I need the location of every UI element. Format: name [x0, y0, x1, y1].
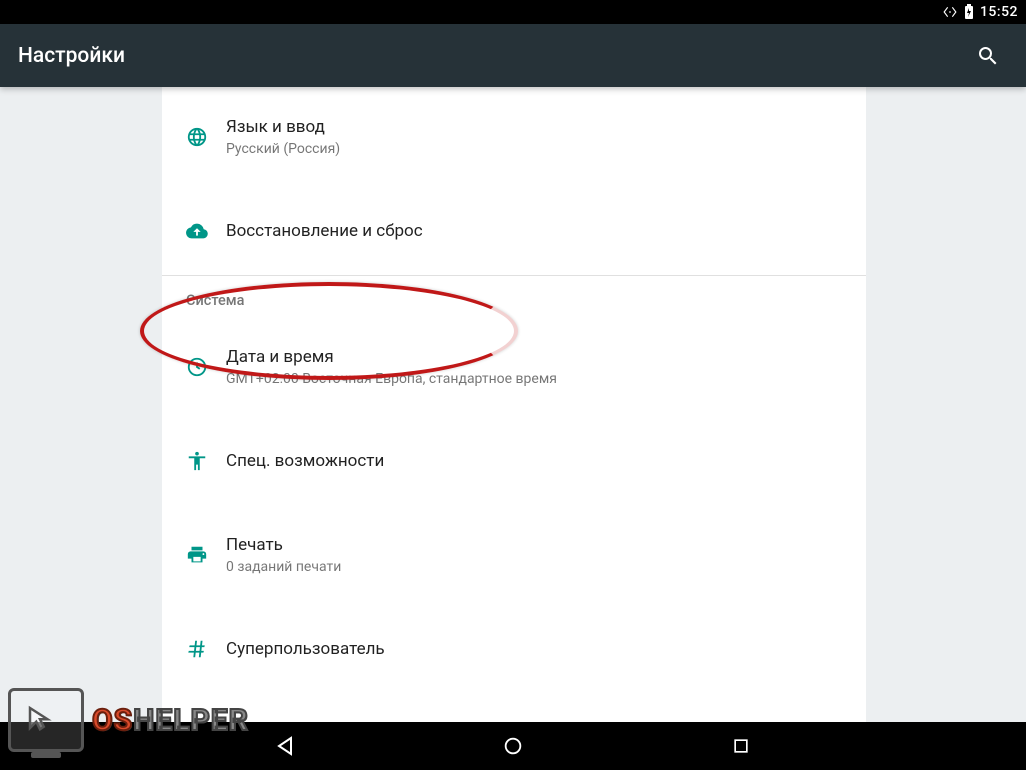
printer-icon: [186, 544, 226, 566]
item-label: Язык и ввод: [226, 116, 842, 138]
item-accessibility[interactable]: Спец. возможности: [162, 417, 866, 505]
search-icon: [976, 44, 1000, 68]
search-button[interactable]: [968, 36, 1008, 76]
cloud-upload-icon: [186, 220, 226, 242]
status-bar: 15:52: [0, 0, 1026, 24]
nav-home-button[interactable]: [489, 722, 537, 770]
battery-icon: [964, 4, 974, 20]
globe-icon: [186, 126, 226, 148]
item-label: Печать: [226, 534, 842, 556]
accessibility-icon: [186, 450, 226, 472]
page-title: Настройки: [18, 44, 125, 68]
content-area: Язык и ввод Русский (Россия) Восстановле…: [0, 87, 1026, 722]
item-printing[interactable]: Печать 0 заданий печати: [162, 505, 866, 605]
navigation-bar: [0, 722, 1026, 770]
item-sublabel: GMT+02:00 Восточная Европа, стандартное …: [226, 370, 842, 388]
app-bar: Настройки: [0, 24, 1026, 87]
settings-list: Язык и ввод Русский (Россия) Восстановле…: [162, 87, 866, 722]
item-label: Спец. возможности: [226, 450, 842, 472]
ethernet-icon: [942, 5, 958, 19]
clock-icon: [186, 356, 226, 378]
item-date-time[interactable]: Дата и время GMT+02:00 Восточная Европа,…: [162, 317, 866, 417]
item-backup-reset[interactable]: Восстановление и сброс: [162, 187, 866, 275]
item-sublabel: Русский (Россия): [226, 140, 842, 158]
status-time: 15:52: [980, 4, 1018, 20]
back-icon: [273, 734, 297, 758]
item-language-input[interactable]: Язык и ввод Русский (Россия): [162, 87, 866, 187]
nav-back-button[interactable]: [261, 722, 309, 770]
hash-icon: [186, 638, 226, 660]
home-icon: [502, 735, 524, 757]
item-developer-options[interactable]: Для разработчиков: [162, 693, 866, 722]
item-label: Восстановление и сброс: [226, 220, 842, 242]
item-superuser[interactable]: Суперпользователь: [162, 605, 866, 693]
item-sublabel: 0 заданий печати: [226, 558, 842, 576]
item-label: Дата и время: [226, 346, 842, 368]
item-label: Суперпользователь: [226, 638, 842, 660]
recents-icon: [731, 736, 751, 756]
nav-recents-button[interactable]: [717, 722, 765, 770]
section-system: Система: [162, 275, 866, 317]
